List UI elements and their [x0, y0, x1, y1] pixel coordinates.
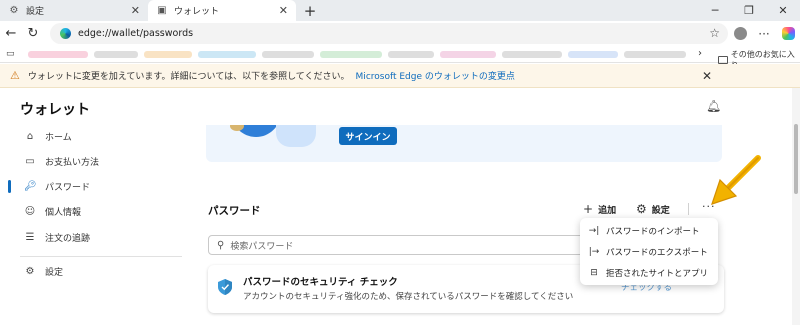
info-message: ウォレットに変更を加えています。詳細については、以下を参照してください。: [27, 72, 350, 82]
search-placeholder: 検索パスワード: [230, 241, 294, 252]
restore-button[interactable]: ❐: [732, 0, 766, 21]
more-options-menu: →| パスワードのインポート |→ パスワードのエクスポート ⊟ 拒否されたサイ…: [580, 218, 718, 285]
blurred-favorite[interactable]: [320, 51, 382, 58]
favorites-bar: ▭ › その他のお気に入り: [0, 46, 800, 70]
tab-label: 設定: [26, 7, 45, 17]
menu-item-label: 拒否されたサイトとアプリ: [606, 269, 709, 279]
gear-icon: ⚙: [636, 202, 647, 216]
sidebar-item-home[interactable]: ⌂ ホーム: [24, 127, 72, 145]
card-icon: ▭: [25, 155, 35, 167]
reading-view-icon[interactable]: ▭: [6, 49, 15, 59]
security-check-description: アカウントのセキュリティ強化のため、保存されているパスワードを確認してください: [243, 292, 574, 302]
annotation-arrow-icon: [711, 155, 761, 205]
gear-icon: ⚙: [9, 5, 19, 16]
toolbar-right: ···: [728, 21, 800, 46]
blurred-favorite[interactable]: [502, 51, 562, 58]
signin-banner: [206, 125, 722, 162]
blurred-favorite[interactable]: [624, 51, 686, 58]
passwords-heading: パスワード: [208, 205, 261, 217]
security-check-title: パスワードのセキュリティ チェック: [243, 277, 398, 288]
blurred-favorite[interactable]: [28, 51, 88, 58]
more-menu-button[interactable]: ···: [752, 27, 776, 41]
blocked-sites-icon: ⊟: [590, 268, 598, 278]
sidebar-divider: [20, 256, 182, 257]
close-icon[interactable]: ✕: [131, 4, 140, 17]
tab-label: ウォレット: [174, 7, 220, 17]
warning-icon: ⚠: [10, 69, 20, 82]
sidebar-item-settings[interactable]: ⚙ 設定: [24, 262, 64, 280]
scrollbar[interactable]: [792, 88, 800, 325]
close-window-button[interactable]: ✕: [766, 0, 800, 21]
chevron-right-icon[interactable]: ›: [698, 48, 702, 59]
blurred-favorite[interactable]: [262, 51, 314, 58]
sidebar-item-label: 個人情報: [45, 207, 82, 218]
blurred-favorite[interactable]: [440, 51, 496, 58]
sidebar-item-label: ホーム: [45, 132, 72, 143]
banner-illustration: [276, 125, 316, 147]
scrollbar-thumb[interactable]: [794, 124, 798, 194]
sidebar-item-payment[interactable]: ▭ お支払い方法: [24, 152, 99, 170]
tab-strip: ⚙ 設定 ✕ ▣ ウォレット ✕ + ─ ❐ ✕: [0, 0, 800, 21]
close-icon[interactable]: ✕: [279, 4, 288, 17]
browser-toolbar: ← ↻ edge://wallet/passwords ☆ ···: [0, 21, 800, 46]
profile-button[interactable]: [728, 27, 752, 40]
folder-icon: [718, 56, 728, 64]
favorite-star-icon[interactable]: ☆: [709, 26, 720, 40]
sidebar-item-order-tracking[interactable]: ☰ 注文の追跡: [24, 228, 91, 246]
order-icon: ☰: [25, 231, 35, 243]
key-icon: 🔑︎: [24, 180, 37, 192]
sidebar-item-label: 注文の追跡: [45, 233, 91, 244]
active-indicator: [8, 180, 11, 193]
info-link[interactable]: Microsoft Edge のウォレットの変更点: [356, 69, 515, 82]
add-label: 追加: [598, 205, 617, 216]
minimize-button[interactable]: ─: [698, 0, 732, 21]
new-tab-button[interactable]: +: [300, 0, 320, 21]
info-bar: ⚠ ウォレットに変更を加えています。詳細については、以下を参照してください。 M…: [0, 64, 800, 88]
import-icon: →|: [588, 226, 600, 236]
home-icon: ⌂: [26, 130, 34, 142]
menu-item-blocked-sites[interactable]: ⊟ 拒否されたサイトとアプリ: [588, 265, 708, 281]
tab-wallet[interactable]: ▣ ウォレット ✕: [148, 0, 296, 21]
address-url: edge://wallet/passwords: [78, 28, 194, 39]
password-search-input[interactable]: ⚲ 検索パスワード: [208, 235, 608, 255]
search-icon: ⚲: [217, 239, 225, 251]
sidebar-item-label: 設定: [45, 267, 64, 278]
address-bar[interactable]: edge://wallet/passwords ☆: [50, 23, 728, 44]
export-icon: |→: [588, 247, 600, 257]
sidebar-item-label: パスワード: [45, 182, 91, 193]
refresh-button[interactable]: ↻: [22, 23, 44, 45]
close-icon[interactable]: ✕: [702, 69, 712, 83]
menu-item-import[interactable]: →| パスワードのインポート: [588, 223, 700, 239]
blurred-favorite[interactable]: [388, 51, 434, 58]
gear-icon: ⚙: [25, 265, 35, 277]
tab-settings[interactable]: ⚙ 設定 ✕: [0, 0, 148, 21]
blurred-favorite[interactable]: [144, 51, 192, 58]
signin-button[interactable]: サインイン: [339, 127, 397, 145]
copilot-button[interactable]: [776, 27, 800, 40]
wallet-icon: ▣: [157, 5, 167, 16]
back-button[interactable]: ←: [0, 23, 22, 45]
avatar: [733, 27, 747, 40]
sidebar-item-personal-info[interactable]: ☺ 個人情報: [24, 202, 81, 220]
menu-item-label: パスワードのインポート: [606, 227, 700, 237]
person-icon: ☺: [24, 205, 36, 217]
blurred-favorite[interactable]: [198, 51, 256, 58]
sidebar-item-passwords[interactable]: 🔑︎ パスワード: [24, 177, 90, 195]
blurred-favorite[interactable]: [568, 51, 618, 58]
settings-label: 設定: [651, 205, 670, 216]
shield-icon: [218, 279, 232, 295]
menu-item-export[interactable]: |→ パスワードのエクスポート: [588, 244, 708, 260]
menu-item-label: パスワードのエクスポート: [606, 248, 708, 258]
notification-bell-icon[interactable]: 🔔︎: [706, 99, 721, 113]
window-controls: ─ ❐ ✕: [698, 0, 800, 21]
toolbar-divider: [688, 203, 689, 215]
blurred-favorite[interactable]: [94, 51, 138, 58]
sidebar-item-label: お支払い方法: [45, 157, 100, 168]
edge-logo-icon: [60, 28, 71, 39]
copilot-icon: [781, 27, 795, 40]
password-settings-button[interactable]: ⚙ 設定: [636, 201, 670, 217]
add-password-button[interactable]: + 追加: [583, 201, 616, 217]
plus-icon: +: [583, 202, 594, 216]
sidebar-title: ウォレット: [20, 102, 90, 118]
